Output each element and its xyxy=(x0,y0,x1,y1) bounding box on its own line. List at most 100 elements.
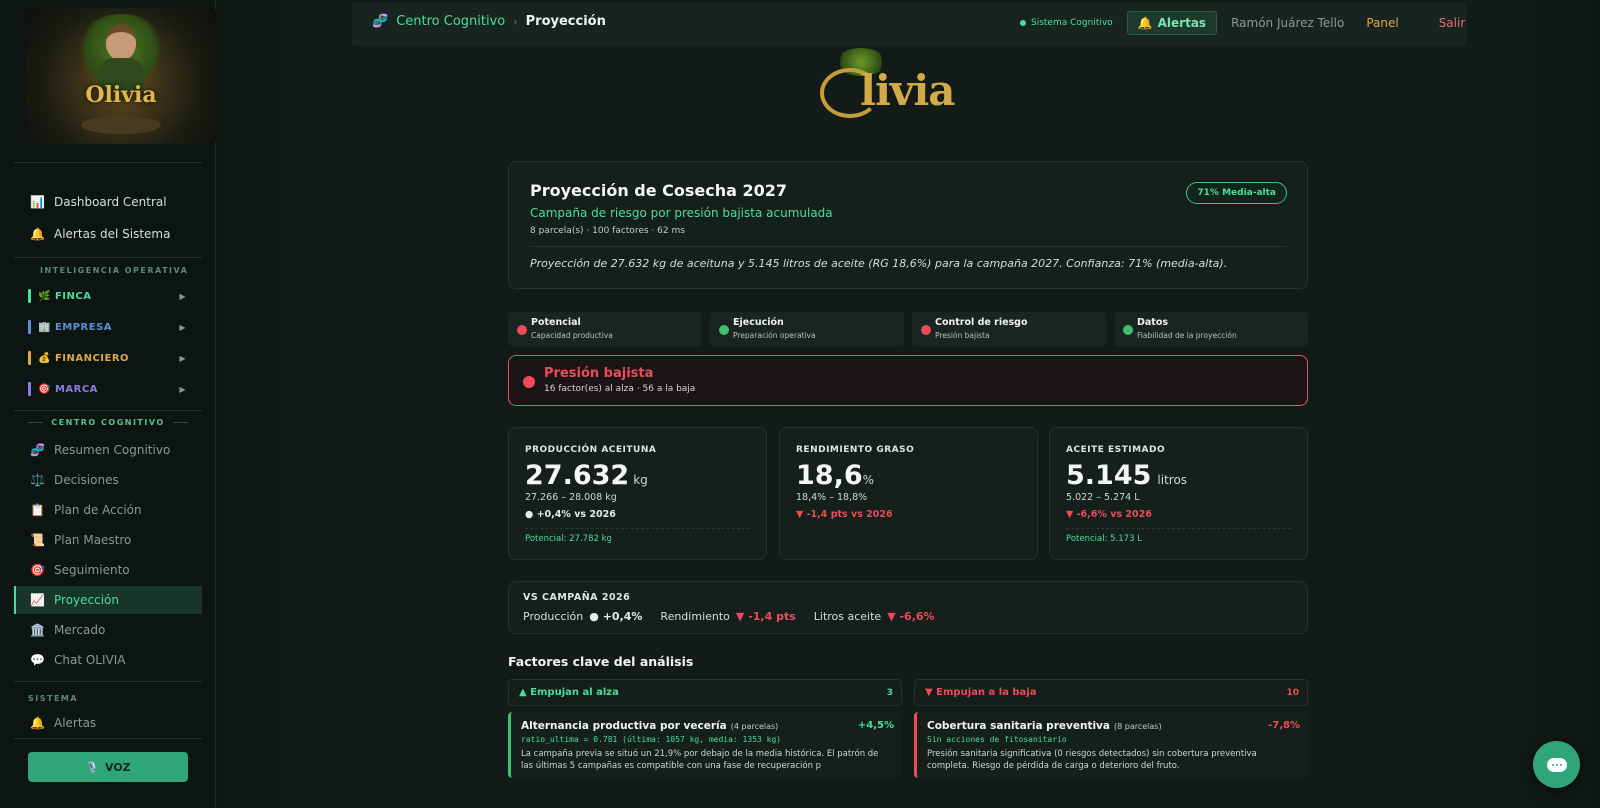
scales-icon: ⚖️ xyxy=(30,473,45,487)
indicator-title: Control de riesgo xyxy=(935,317,1028,328)
divider xyxy=(14,162,202,163)
indicator-subtitle: Capacidad productiva xyxy=(531,331,613,340)
divider xyxy=(530,246,1287,247)
factor-card-down[interactable]: Cobertura sanitaria preventiva (8 parcela… xyxy=(914,712,1308,778)
bank-icon: 🏛️ xyxy=(30,623,45,637)
indicator-ejecucion: Ejecución Preparación operativa xyxy=(710,312,904,346)
metric-value: 5.145 xyxy=(1066,460,1152,491)
pressure-alert-banner: Presión bajista 16 factor(es) al alza · … xyxy=(508,355,1308,406)
group-empresa[interactable]: 🏢 EMPRESA ▶ xyxy=(28,318,190,336)
nav-chat-olivia[interactable]: 💬 Chat OLIVIA xyxy=(14,646,202,674)
factors-up-count: 3 xyxy=(886,687,893,698)
factors-up-label: ▲ Empujan al alza xyxy=(519,687,619,698)
status-dot-icon xyxy=(1020,20,1026,26)
voz-label: VOZ xyxy=(105,760,131,774)
indicator-potencial: Potencial Capacidad productiva xyxy=(508,312,702,346)
alerts-button[interactable]: 🔔 Alertas xyxy=(1126,11,1218,35)
nav-proyeccion[interactable]: 📈 Proyección xyxy=(14,586,202,614)
metric-aceite-estimado: ACEITE ESTIMADO 5.145 litros 5.022 – 5.2… xyxy=(1049,427,1308,560)
divider xyxy=(1066,528,1291,529)
group-finca[interactable]: 🌿 FINCA ▶ xyxy=(28,287,190,305)
factor-impact: +4,5% xyxy=(857,720,894,731)
divider xyxy=(28,422,44,423)
voz-button[interactable]: 🎙️ VOZ xyxy=(28,752,188,782)
nav-decisiones[interactable]: ⚖️ Decisiones xyxy=(14,466,202,494)
factor-title: Cobertura sanitaria preventiva (8 parcela… xyxy=(927,720,1162,732)
olivia-brand-logo: livia xyxy=(820,44,1000,122)
comparison-value: ▼ -1,4 pts xyxy=(735,610,796,623)
chat-bubble-icon xyxy=(1546,757,1567,772)
divider xyxy=(14,257,202,258)
nav-plan-maestro[interactable]: 📜 Plan Maestro xyxy=(14,526,202,554)
metric-unit: litros xyxy=(1157,473,1188,487)
group-color-bar xyxy=(28,382,31,396)
nav-seguimiento[interactable]: 🎯 Seguimiento xyxy=(14,556,202,584)
indicator-control-riesgo: Control de riesgo Presión bajista xyxy=(912,312,1106,346)
metric-potential: Potencial: 5.173 L xyxy=(1066,534,1142,544)
metric-range: 5.022 – 5.274 L xyxy=(1066,492,1140,503)
factor-card-up[interactable]: Alternancia productiva por vecería (4 par… xyxy=(508,712,902,778)
factor-title-text: Cobertura sanitaria preventiva xyxy=(927,720,1110,732)
trend-chart-icon: 📈 xyxy=(30,593,45,607)
breadcrumb-root-link[interactable]: Centro Cognitivo xyxy=(396,14,505,29)
group-label: FINANCIERO xyxy=(54,352,130,364)
divider xyxy=(172,422,188,423)
divider xyxy=(14,410,202,411)
avatar-face-graphic xyxy=(106,24,136,60)
comparison-card: VS CAMPAÑA 2026 Producción ● +0,4% Rendi… xyxy=(508,581,1308,634)
top-bar-actions: Sistema Cognitivo 🔔 Alertas Ramón Juárez… xyxy=(1020,11,1465,35)
chart-icon: 📊 xyxy=(30,195,45,209)
olivia-logo[interactable]: Olivia xyxy=(26,8,216,144)
factors-down-header[interactable]: ▼ Empujan a la baja 10 xyxy=(914,679,1308,706)
panel-link[interactable]: Panel xyxy=(1366,16,1398,30)
indicator-datos: Datos Fiabilidad de la proyección xyxy=(1114,312,1308,346)
metric-value-row: 18,6 % xyxy=(796,460,874,491)
logout-link[interactable]: Salir xyxy=(1439,16,1466,30)
nav-plan-accion[interactable]: 📋 Plan de Acción xyxy=(14,496,202,524)
group-color-bar xyxy=(28,320,31,334)
target-icon: 🎯 xyxy=(30,563,45,577)
nav-label: Proyección xyxy=(54,593,119,607)
metric-potential: Potencial: 27.782 kg xyxy=(525,534,612,544)
chevron-right-icon: › xyxy=(513,15,518,28)
building-icon: 🏢 xyxy=(38,321,51,333)
factor-title: Alternancia productiva por vecería (4 par… xyxy=(521,720,778,732)
projection-meta: 8 parcela(s) · 100 factores · 62 ms xyxy=(530,226,685,236)
comparison-key: Litros aceite xyxy=(813,610,882,623)
nav-label: Mercado xyxy=(54,623,106,637)
leaf-icon: 🌿 xyxy=(38,290,51,302)
nav-alertas[interactable]: 🔔 Alertas xyxy=(14,712,202,730)
logo-base-graphic xyxy=(81,116,161,134)
user-name[interactable]: Ramón Juárez Tello xyxy=(1231,16,1344,30)
indicator-subtitle: Presión bajista xyxy=(935,331,990,340)
section-label-ops: INTELIGENCIA OPERATIVA xyxy=(40,266,189,275)
indicator-subtitle: Fiabilidad de la proyección xyxy=(1137,331,1237,340)
chevron-right-icon: ▶ xyxy=(179,384,186,394)
indicator-title: Ejecución xyxy=(733,317,784,328)
factor-parcels: (8 parcelas) xyxy=(1114,722,1162,731)
brand-wordmark: livia xyxy=(860,66,955,115)
nav-dashboard-central[interactable]: 📊 Dashboard Central xyxy=(14,188,202,216)
chat-fab-button[interactable] xyxy=(1533,741,1580,788)
nav-mercado[interactable]: 🏛️ Mercado xyxy=(14,616,202,644)
chevron-right-icon: ▶ xyxy=(179,291,186,301)
factors-down-label: ▼ Empujan a la baja xyxy=(925,687,1037,698)
nav-alertas-sistema[interactable]: 🔔 Alertas del Sistema xyxy=(14,220,202,248)
metric-label: RENDIMIENTO GRASO xyxy=(796,445,915,455)
metric-change: ● +0,4% vs 2026 xyxy=(525,509,616,520)
factor-formula: Sin acciones de fitosanitario xyxy=(927,735,1067,744)
group-label: MARCA xyxy=(54,383,98,395)
dna-icon: 🧬 xyxy=(372,14,389,29)
microphone-icon: 🎙️ xyxy=(85,760,100,774)
pressure-title: Presión bajista xyxy=(544,366,654,381)
section-label-cognitivo: CENTRO COGNITIVO xyxy=(28,418,188,427)
nav-label: Alertas del Sistema xyxy=(54,227,171,241)
breadcrumb-current: Proyección xyxy=(525,14,606,29)
status-dot-icon xyxy=(1123,325,1133,335)
section-label-sistema: SISTEMA xyxy=(28,694,79,703)
group-financiero[interactable]: 💰 FINANCIERO ▶ xyxy=(28,349,190,367)
factors-up-header[interactable]: ▲ Empujan al alza 3 xyxy=(508,679,902,706)
nav-resumen-cognitivo[interactable]: 🧬 Resumen Cognitivo xyxy=(14,436,202,464)
bell-icon: 🔔 xyxy=(1137,16,1153,30)
group-marca[interactable]: 🎯 MARCA ▶ xyxy=(28,380,190,398)
